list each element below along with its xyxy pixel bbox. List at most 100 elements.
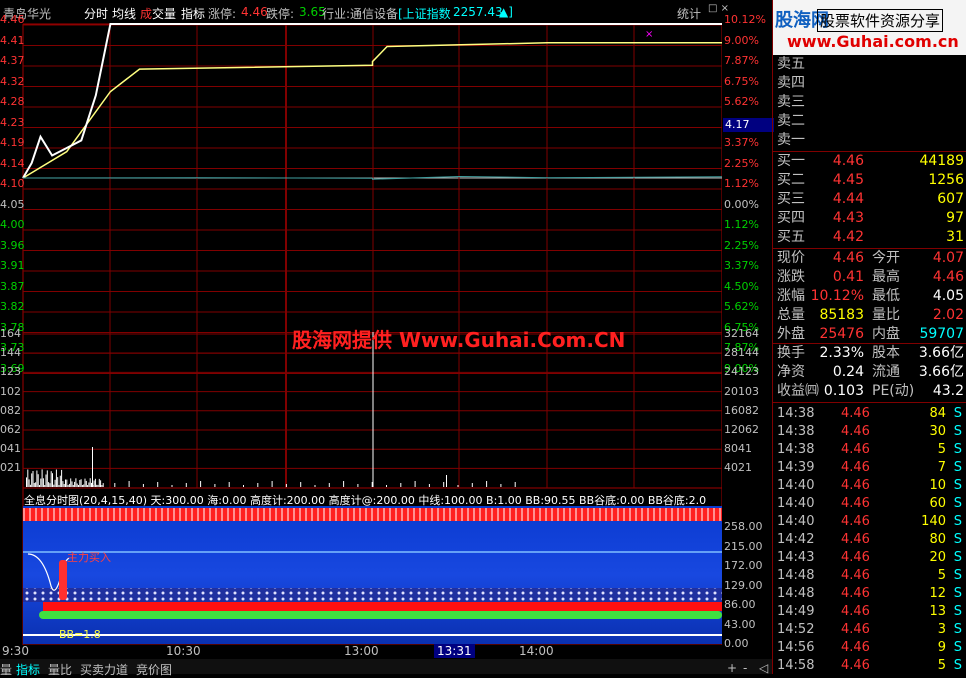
ad-banner[interactable]: 股海网 股票软件资源分享 www.Guhai.com.cn [773,0,966,55]
volume-bar [78,485,79,487]
sell-row[interactable]: 卖四 [773,74,966,93]
zoom-out-button[interactable]: - [743,661,747,675]
volume-bar [428,484,430,487]
tick-row[interactable]: 14:38 4.46 5 S [773,441,966,459]
volume-bar [88,482,90,487]
price-tick-label: 4.10 [0,177,25,190]
stat-label: 最高 [872,269,900,285]
volume-tick-label: 4021 [724,461,752,475]
tick-side: S [953,568,962,583]
volume-bar [29,484,31,487]
volume-bar [500,484,502,487]
stat-row[interactable]: 涨跌 0.41 最高 4.46 [773,268,966,287]
volume-bar [102,483,104,487]
sell-row[interactable]: 卖二 [773,112,966,131]
info-value: 0.24 [832,364,864,380]
buy-level-label: 买五 [777,229,805,245]
indicator-label-a: 主力买入 [67,551,111,564]
price-tick-label: 4.41 [0,33,25,47]
volume-tick-label: 164 [0,327,21,340]
info-value: 2.33% [819,345,864,361]
tick-price: 4.46 [841,586,870,601]
info-label: 股本 [872,345,900,361]
tick-row[interactable]: 14:40 4.46 10 S [773,477,966,495]
cursor-price-label: 4.17 [723,118,774,132]
bottom-tab-bar: 量 指标 量比 买卖力道 竞价图 + - ◁ [0,659,772,677]
volume-bar [57,477,59,487]
tick-row[interactable]: 14:48 4.46 5 S [773,567,966,585]
volume-bar [63,484,65,487]
tick-row[interactable]: 14:38 4.46 84 S [773,405,966,423]
tick-side: S [953,478,962,493]
tick-volume: 80 [929,532,946,547]
tab-buy-sell-force[interactable]: 买卖力道 [80,661,128,678]
tick-price: 4.46 [841,568,870,583]
tick-row[interactable]: 14:42 4.46 80 S [773,531,966,549]
volume-tick-label: 16082 [724,403,759,417]
volume-bar [514,482,516,487]
indicator-dotted-band [23,588,722,602]
volume-bar [72,485,74,487]
scroll-left-button[interactable]: ◁ [759,661,768,675]
tick-row[interactable]: 14:49 4.46 13 S [773,603,966,621]
volume-bar [54,479,56,487]
tick-row[interactable]: 14:39 4.46 7 S [773,459,966,477]
tab-volume-bottom[interactable]: 量 [0,661,12,678]
tick-side: S [953,442,962,457]
tick-row[interactable]: 14:40 4.46 140 S [773,513,966,531]
tab-indicator-bottom[interactable]: 指标 [16,661,40,678]
info-row[interactable]: 收益㈣ 0.103 PE(动) 43.2 [773,382,966,401]
volume-bar [70,478,72,487]
info-row[interactable]: 净资 0.24 流通 3.66亿 [773,363,966,382]
indicator-tick-label: 0.00 [724,637,749,650]
buy-row[interactable]: 买五 4.42 31 [773,228,966,247]
sell-row[interactable]: 卖五 [773,55,966,74]
stat-row[interactable]: 现价 4.46 今开 4.07 [773,249,966,268]
stat-row[interactable]: 外盘 25476 内盘 59707 [773,325,966,344]
stat-value: 2.02 [932,307,964,323]
tick-price: 4.46 [841,514,870,529]
tick-price: 4.46 [841,604,870,619]
volume-bar [84,478,86,487]
buy-price: 4.46 [832,153,864,169]
buy-level-label: 买一 [777,153,805,169]
volume-bar [314,485,316,487]
pct-tick-label: 2.25% [724,156,759,170]
stat-row[interactable]: 总量 85183 量比 2.02 [773,306,966,325]
tick-row[interactable]: 14:56 4.46 9 S [773,639,966,657]
tick-row[interactable]: 14:43 4.46 20 S [773,549,966,567]
buy-row[interactable]: 买四 4.43 97 [773,209,966,228]
pct-tick-label: 10.12% [724,13,766,26]
indicator-tick-label: 258.00 [724,520,763,533]
buy-row[interactable]: 买三 4.44 607 [773,190,966,209]
buy-row[interactable]: 买一 4.46 44189 [773,152,966,171]
stat-label: 外盘 [777,326,805,342]
indicator-panel[interactable]: 主力买入 BB=1.8 [23,506,722,644]
tab-auction[interactable]: 竞价图 [136,661,172,678]
tick-row[interactable]: 14:48 4.46 12 S [773,585,966,603]
volume-bar [357,484,359,487]
volume-tick-label: 24123 [724,365,759,379]
banner-title: 股票软件资源分享 [817,9,944,32]
stat-value: 4.07 [932,250,964,266]
tick-row[interactable]: 14:38 4.46 30 S [773,423,966,441]
pct-tick-label: 7.87% [724,54,759,67]
tab-volume-ratio[interactable]: 量比 [48,661,72,678]
tick-row[interactable]: 14:40 4.46 60 S [773,495,966,513]
tick-side: S [953,640,962,655]
volume-bar [300,482,302,487]
stat-row[interactable]: 涨幅 10.12% 最低 4.05 [773,287,966,306]
sell-row[interactable]: 卖一 [773,131,966,150]
volume-bar [446,475,447,487]
sell-row[interactable]: 卖三 [773,93,966,112]
zoom-in-button[interactable]: + [727,661,737,675]
time-label: 10:30 [166,644,201,658]
tick-row[interactable]: 14:52 4.46 3 S [773,621,966,639]
pct-tick-label: 0.00% [724,197,759,211]
volume-bar [52,473,53,487]
info-row[interactable]: 换手 2.33% 股本 3.66亿 [773,344,966,363]
tick-row[interactable]: 14:58 4.46 5 S [773,657,966,675]
buy-row[interactable]: 买二 4.45 1256 [773,171,966,190]
stat-label: 涨跌 [777,269,805,285]
volume-bar [93,480,95,487]
